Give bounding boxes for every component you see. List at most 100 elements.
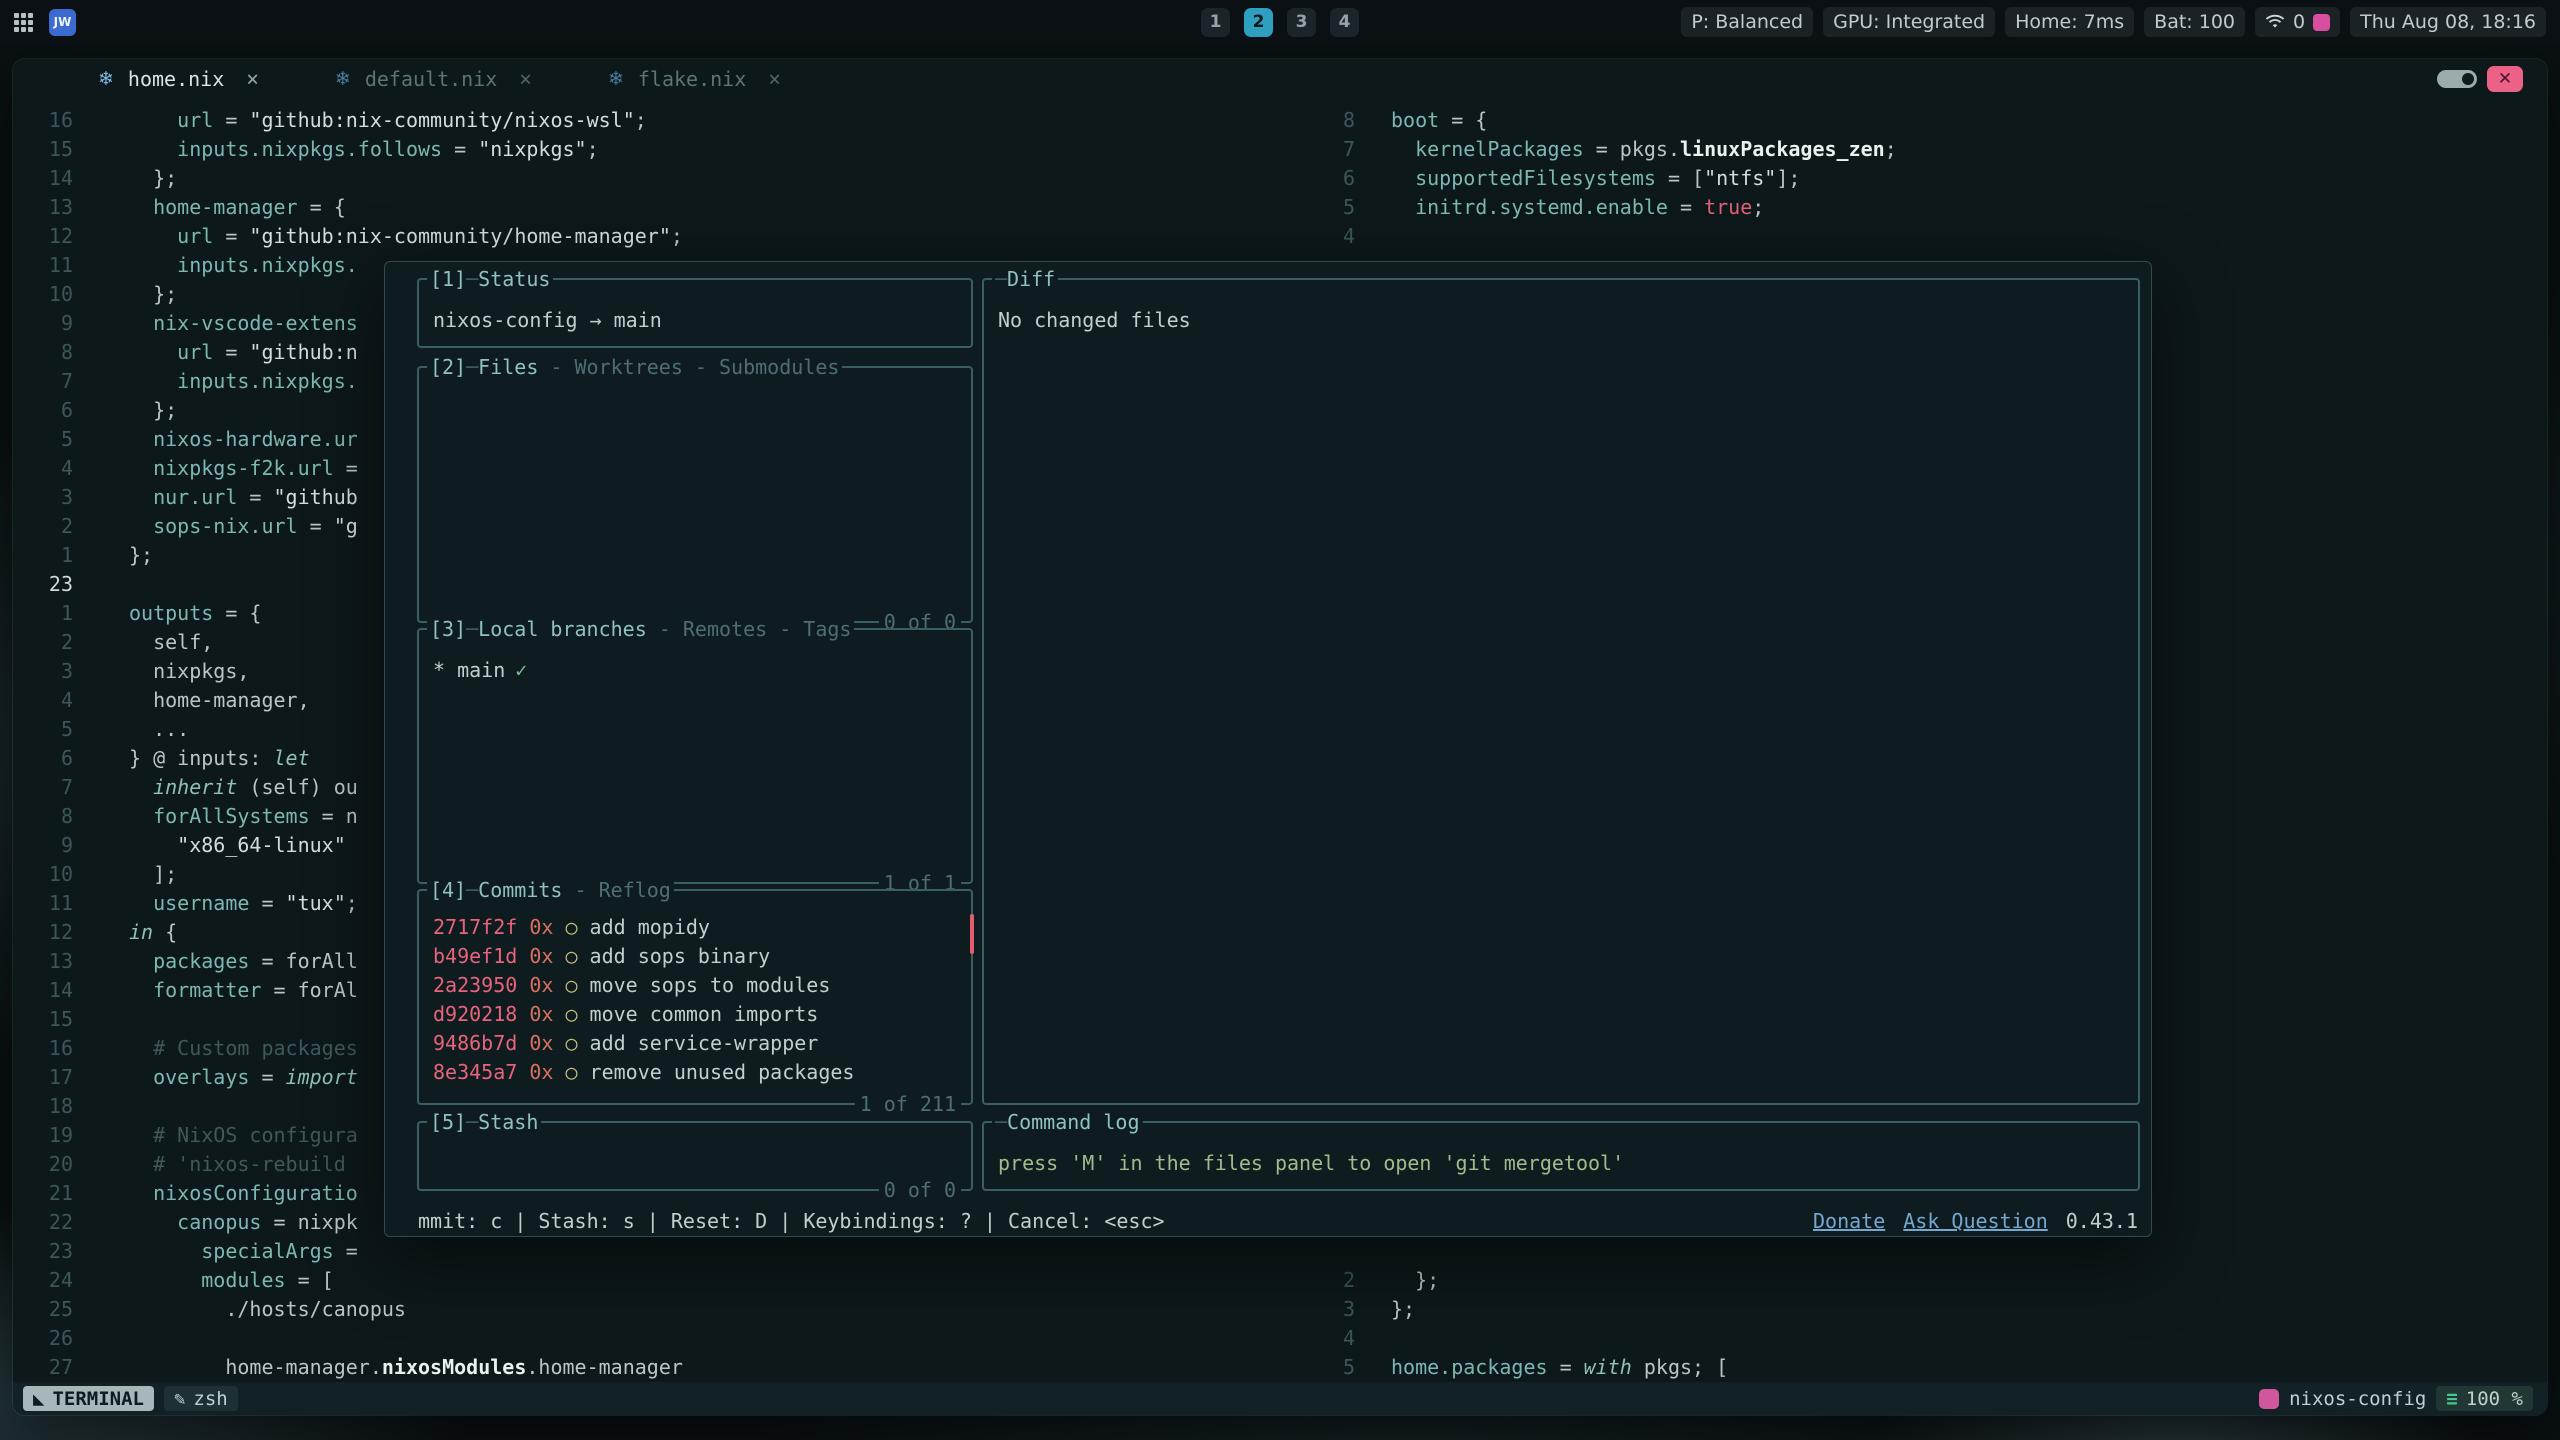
app-badge[interactable]: JW <box>49 9 76 36</box>
donate-link[interactable]: Donate <box>1813 1207 1885 1236</box>
code-line[interactable]: 3}; <box>13 1295 2547 1324</box>
line-number: 6 <box>1295 164 1355 193</box>
terminal-window: ❄home.nix×❄default.nix×❄flake.nix× ✕ 16 … <box>13 59 2547 1415</box>
commit-row[interactable]: 8e345a7 0x ○ remove unused packages <box>433 1058 965 1087</box>
commit-row[interactable]: 2717f2f 0x ○ add mopidy <box>433 913 965 942</box>
panel-title-status: [1]─Status <box>427 265 553 293</box>
branch-item[interactable]: * main✓ <box>433 656 527 685</box>
code-line[interactable]: 4 <box>13 1324 2547 1353</box>
lazygit-status-panel[interactable]: [1]─Status nixos-config → main <box>417 278 973 348</box>
lazygit-diff-panel[interactable]: ─Diff No changed files <box>982 278 2140 1105</box>
ask-question-link[interactable]: Ask Question <box>1903 1207 2048 1236</box>
keybind-hints: mmit: c | Stash: s | Reset: D | Keybindi… <box>418 1207 1165 1236</box>
tab-flake.nix[interactable]: ❄flake.nix× <box>588 67 801 91</box>
notification-count[interactable]: 0 <box>2293 11 2305 33</box>
status-chip[interactable]: P: Balanced <box>1681 7 1813 37</box>
tab-label: default.nix <box>365 67 497 91</box>
commit-row[interactable]: 2a23950 0x ○ move sops to modules <box>433 971 965 1000</box>
line-number: 5 <box>1295 1353 1355 1382</box>
tab-close-icon[interactable]: × <box>768 67 781 91</box>
tab-label: home.nix <box>128 67 224 91</box>
code-line[interactable]: 5home.packages = with pkgs; [ <box>13 1353 2547 1382</box>
tabs: ❄home.nix×❄default.nix×❄flake.nix× <box>78 67 837 91</box>
status-chip[interactable]: Home: 7ms <box>2005 7 2134 37</box>
meter-percent: 100 % <box>2466 1388 2523 1410</box>
commit-message: add sops binary <box>590 944 771 968</box>
lazygit-commits-panel[interactable]: [4]─Commits - Reflog 2717f2f 0x ○ add mo… <box>417 889 973 1105</box>
commit-message: move common imports <box>590 1002 819 1026</box>
diff-content: No changed files <box>998 306 1191 335</box>
tab-label: flake.nix <box>638 67 746 91</box>
repo-name: nixos-config <box>2289 1388 2426 1410</box>
commit-hash: 2717f2f <box>433 915 529 939</box>
panel-title-diff: ─Diff <box>992 265 1058 293</box>
code-line[interactable]: 4 <box>13 222 2547 251</box>
line-number: 4 <box>1295 1324 1355 1353</box>
meter-lines-icon: ≡ <box>2446 1388 2457 1410</box>
line-number: 7 <box>1295 135 1355 164</box>
commit-message: add service-wrapper <box>590 1031 819 1055</box>
commit-author: 0x <box>529 915 565 939</box>
repo-branch-status: nixos-config → main <box>433 306 662 335</box>
commit-author: 0x <box>529 973 565 997</box>
commits-scrollbar[interactable] <box>970 914 974 954</box>
workspace-button-4[interactable]: 4 <box>1330 8 1359 37</box>
commit-hash: d920218 <box>433 1002 529 1026</box>
lazygit-stash-panel[interactable]: [5]─Stash 0 of 0 <box>417 1121 973 1191</box>
repo-icon <box>2259 1389 2279 1409</box>
panel-title-files: [2]─Files - Worktrees - Submodules <box>427 353 842 381</box>
line-number: 2 <box>1295 1266 1355 1295</box>
lazygit-files-panel[interactable]: [2]─Files - Worktrees - Submodules 0 of … <box>417 366 973 623</box>
commit-graph-dot: ○ <box>565 973 589 997</box>
commit-graph-dot: ○ <box>565 1060 589 1084</box>
tab-default.nix[interactable]: ❄default.nix× <box>315 67 552 91</box>
status-chip[interactable]: GPU: Integrated <box>1823 7 1995 37</box>
code-line[interactable]: 7 kernelPackages = pkgs.linuxPackages_ze… <box>13 135 2547 164</box>
shell-icon: ✎ <box>174 1388 185 1410</box>
apps-grid-icon[interactable] <box>14 13 33 32</box>
status-bar: ◣ TERMINAL ✎ zsh nixos-config ≡ 100 % <box>13 1382 2547 1415</box>
code-line[interactable]: 6 supportedFilesystems = ["ntfs"]; <box>13 164 2547 193</box>
workspace-button-3[interactable]: 3 <box>1287 8 1316 37</box>
wifi-icon[interactable] <box>2265 14 2285 30</box>
panel-title-commits: [4]─Commits - Reflog <box>427 876 674 904</box>
code-line[interactable]: 8boot = { <box>13 106 2547 135</box>
commit-row[interactable]: b49ef1d 0x ○ add sops binary <box>433 942 965 971</box>
nix-snowflake-icon: ❄ <box>98 68 114 90</box>
workspace-button-1[interactable]: 1 <box>1201 8 1230 37</box>
panel-title-command-log: ─Command log <box>992 1108 1143 1136</box>
lazygit-branches-panel[interactable]: [3]─Local branches - Remotes - Tags * ma… <box>417 628 973 884</box>
lazygit-version: 0.43.1 <box>2066 1207 2138 1236</box>
battery-meter: ≡ 100 % <box>2436 1386 2533 1411</box>
tab-close-icon[interactable]: × <box>246 67 259 91</box>
system-tray: 0 <box>2255 7 2340 37</box>
line-number: 5 <box>1295 193 1355 222</box>
code-line[interactable]: 5 initrd.systemd.enable = true; <box>13 193 2547 222</box>
window-close-button[interactable]: ✕ <box>2487 66 2523 92</box>
tab-home.nix[interactable]: ❄ home.nix × <box>78 67 279 91</box>
lazygit-links: Donate Ask Question 0.43.1 <box>1813 1207 2138 1236</box>
topbar-left: JW <box>14 9 76 36</box>
commit-message: remove unused packages <box>590 1060 855 1084</box>
commit-graph-dot: ○ <box>565 944 589 968</box>
commit-hash: 8e345a7 <box>433 1060 529 1084</box>
color-picker-tray-icon[interactable] <box>2313 14 2330 31</box>
commit-hash: 2a23950 <box>433 973 529 997</box>
shell-tab[interactable]: ✎ zsh <box>164 1386 238 1411</box>
commit-row[interactable]: 9486b7d 0x ○ add service-wrapper <box>433 1029 965 1058</box>
clock[interactable]: Thu Aug 08, 18:16 <box>2350 7 2546 37</box>
lazygit-keybind-bar: mmit: c | Stash: s | Reset: D | Keybindi… <box>418 1207 2138 1236</box>
status-chip[interactable]: Bat: 100 <box>2144 7 2245 37</box>
status-chips: P: Balanced GPU: Integrated Home: 7ms Bat: … <box>1681 7 2245 37</box>
panel-title-branches: [3]─Local branches - Remotes - Tags <box>427 615 854 643</box>
lazygit-command-log-panel[interactable]: ─Command log press 'M' in the files pane… <box>982 1121 2140 1191</box>
code-line[interactable]: 2 }; <box>13 1266 2547 1295</box>
workspace-button-2[interactable]: 2 <box>1244 8 1273 37</box>
commit-author: 0x <box>529 1060 565 1084</box>
tab-close-icon[interactable]: × <box>519 67 532 91</box>
terminal-mode-label: TERMINAL <box>52 1388 144 1410</box>
tab-bar: ❄home.nix×❄default.nix×❄flake.nix× ✕ <box>13 59 2547 99</box>
panel-title-stash: [5]─Stash <box>427 1108 541 1136</box>
window-pin-toggle[interactable] <box>2437 70 2477 88</box>
commit-row[interactable]: d920218 0x ○ move common imports <box>433 1000 965 1029</box>
